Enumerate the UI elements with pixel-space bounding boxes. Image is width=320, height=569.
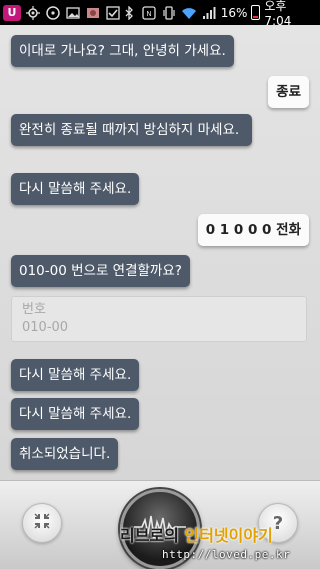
blog-watermark: 리브로의 인터넷이야기 http://loved.pe.kr bbox=[120, 522, 320, 568]
gps-icon bbox=[25, 5, 41, 21]
gallery-icon bbox=[65, 5, 81, 21]
status-time: 오후 7:04 bbox=[264, 0, 292, 28]
watermark-url: http://loved.pe.kr bbox=[162, 548, 291, 561]
svg-text:N: N bbox=[146, 10, 151, 18]
battery-percent: 16% bbox=[220, 5, 248, 20]
minimize-icon bbox=[33, 512, 51, 535]
user-message: 0 1 0 0 0 전화 bbox=[197, 214, 309, 246]
carrier-icon: U bbox=[3, 4, 21, 21]
bluetooth-icon bbox=[121, 5, 137, 21]
assistant-message: 이대로 가나요? 그대, 안녕히 가세요. bbox=[11, 35, 234, 67]
nfc-icon: N bbox=[141, 5, 157, 21]
signal-icon bbox=[201, 5, 217, 21]
user-message: 종료 bbox=[268, 76, 309, 108]
battery-icon bbox=[251, 5, 261, 20]
assistant-message: 다시 말씀해 주세요. bbox=[11, 359, 140, 391]
check-icon bbox=[105, 5, 121, 21]
photo-icon bbox=[85, 5, 101, 21]
status-bar: U N 16% 오후 7:04 bbox=[0, 0, 320, 28]
steering-icon bbox=[45, 5, 61, 21]
assistant-message: 다시 말씀해 주세요. bbox=[11, 398, 140, 430]
assistant-message: 취소되었습니다. bbox=[11, 438, 119, 470]
watermark-title-part2: 의 bbox=[164, 526, 185, 545]
conversation-area[interactable]: 이대로 가나요? 그대, 안녕히 가세요. 종료 완전히 종료될 때까지 방심하… bbox=[0, 25, 320, 480]
assistant-message: 다시 말씀해 주세요. bbox=[11, 173, 140, 205]
number-confirmation-card[interactable]: 번호 010-00 bbox=[11, 296, 307, 342]
assistant-message: 010-00 번으로 연결할까요? bbox=[11, 255, 190, 287]
vibrate-icon bbox=[161, 5, 177, 21]
watermark-title-part1: 리브로 bbox=[120, 526, 165, 545]
assistant-message: 완전히 종료될 때까지 방심하지 마세요. bbox=[11, 114, 252, 146]
number-value: 010-00 bbox=[22, 320, 69, 335]
watermark-title-part3: 인터넷이야기 bbox=[184, 526, 273, 545]
status-right-icons: N 16% 오후 7:04 bbox=[121, 0, 317, 28]
number-label: 번호 bbox=[22, 302, 46, 317]
status-left-icons: U bbox=[3, 4, 121, 21]
wifi-icon bbox=[181, 5, 197, 21]
minimize-button[interactable] bbox=[22, 503, 62, 543]
watermark-title: 리브로의 인터넷이야기 bbox=[120, 522, 273, 546]
